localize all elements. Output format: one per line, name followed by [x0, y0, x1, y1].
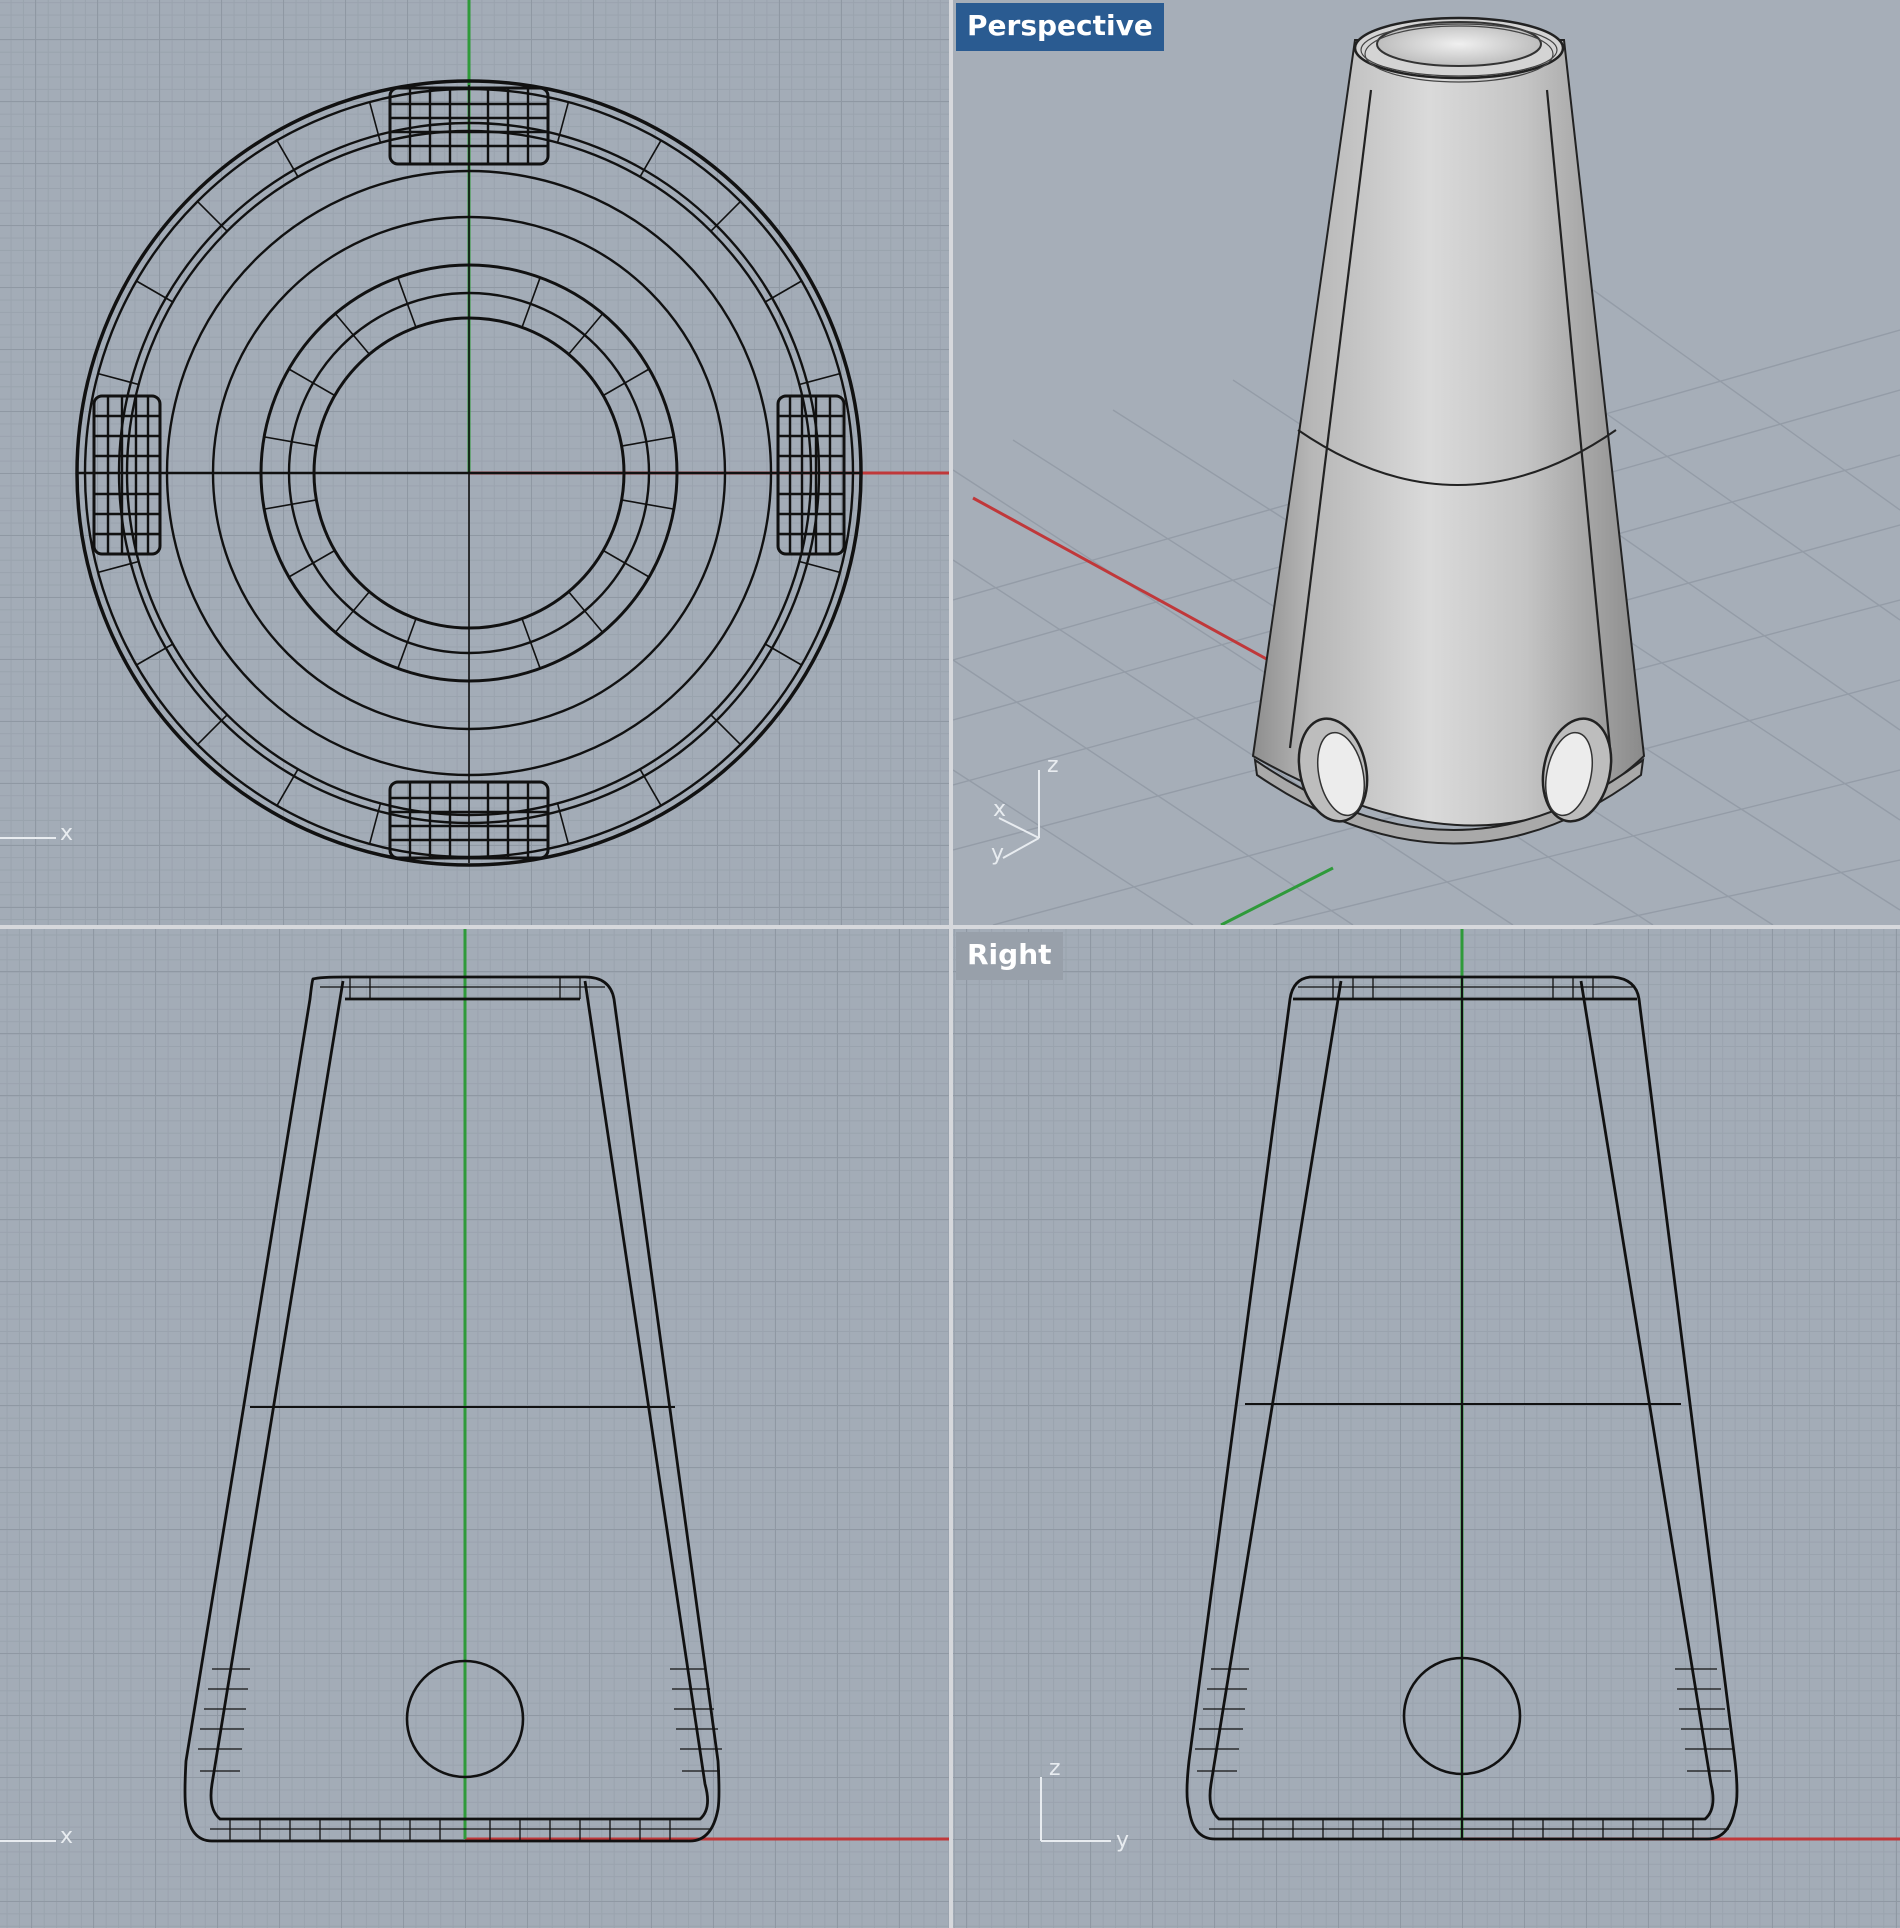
perspective-axis-z-label: z [1047, 753, 1059, 778]
top-wireframe [75, 79, 863, 867]
top-axis-gizmo: x [0, 821, 73, 846]
perspective-axis-x-label: x [993, 797, 1006, 822]
right-viewport-label[interactable]: Right [956, 932, 1063, 980]
right-axis-y-label: y [1116, 1828, 1129, 1853]
front-viewport[interactable]: x [0, 929, 949, 1928]
shaded-cone [1251, 16, 1646, 845]
front-view-drawing: x [0, 929, 949, 1849]
top-view-drawing: x [0, 0, 949, 867]
right-viewport[interactable]: Right z y [953, 929, 1900, 1928]
top-axis-x-label: x [60, 821, 73, 846]
perspective-viewport-label[interactable]: Perspective [956, 3, 1164, 51]
right-wireframe [1185, 975, 1739, 1841]
front-axis-x-label: x [60, 1824, 73, 1849]
front-axis-gizmo: x [0, 1824, 73, 1849]
perspective-viewport[interactable]: Perspective z x y [953, 0, 1900, 925]
right-axis-z-label: z [1049, 1756, 1061, 1781]
right-axis-gizmo [1040, 1777, 1111, 1842]
front-wireframe [183, 975, 722, 1843]
perspective-axis-y-label: y [991, 841, 1004, 866]
perspective-view-drawing: z x y [953, 16, 1900, 925]
top-viewport[interactable]: x [0, 0, 949, 925]
right-view-drawing: z y [1040, 929, 1900, 1853]
perspective-y-axis [1220, 866, 1334, 925]
